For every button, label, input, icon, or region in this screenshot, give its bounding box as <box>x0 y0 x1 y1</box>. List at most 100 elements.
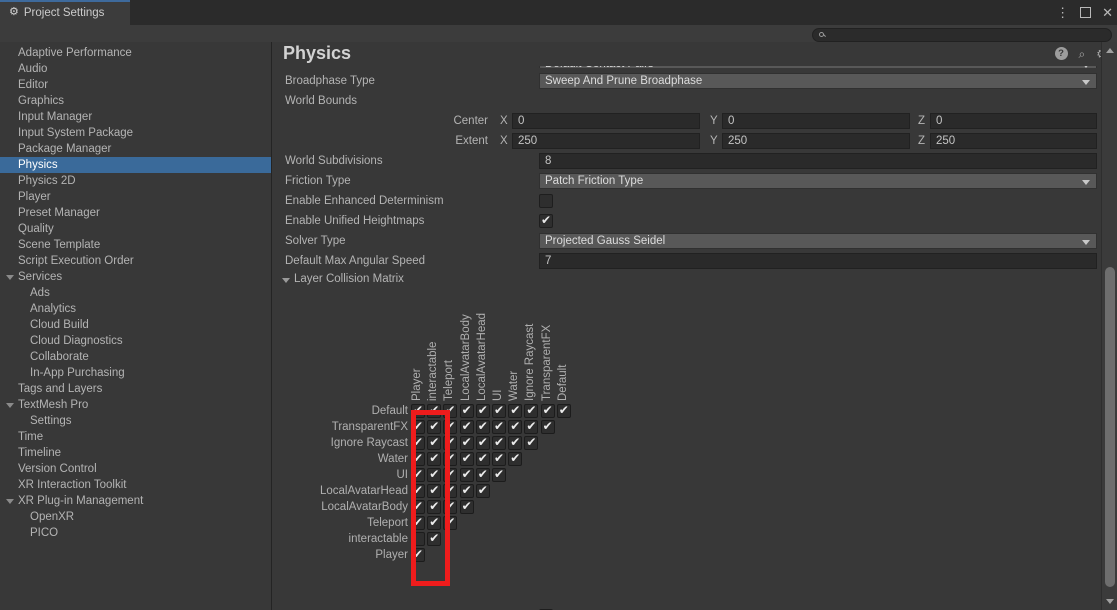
matrix-checkbox[interactable] <box>459 483 474 498</box>
scroll-up-arrow-icon[interactable] <box>1106 48 1114 53</box>
sidebar-item-analytics[interactable]: Analytics <box>0 301 271 317</box>
tab-project-settings[interactable]: ⚙ Project Settings <box>0 0 130 25</box>
vertical-scrollbar[interactable] <box>1101 42 1117 610</box>
extent-y-field[interactable]: 250 <box>722 133 910 149</box>
scrollbar-thumb[interactable] <box>1105 267 1115 587</box>
matrix-checkbox[interactable] <box>508 403 523 418</box>
sidebar-item-services[interactable]: Services <box>0 269 271 285</box>
matrix-checkbox[interactable] <box>443 515 458 530</box>
broadphase-type-dropdown[interactable]: Sweep And Prune Broadphase <box>539 73 1097 89</box>
matrix-checkbox[interactable] <box>556 403 571 418</box>
foldout-triangle-icon[interactable] <box>282 278 290 283</box>
matrix-checkbox[interactable] <box>459 419 474 434</box>
matrix-checkbox[interactable] <box>475 467 490 482</box>
matrix-checkbox[interactable] <box>492 403 506 418</box>
matrix-checkbox[interactable] <box>427 499 442 514</box>
matrix-checkbox[interactable] <box>492 451 506 466</box>
sidebar-item-script-execution-order[interactable]: Script Execution Order <box>0 253 271 269</box>
sidebar-item-xr-plug-in-management[interactable]: XR Plug-in Management <box>0 493 271 509</box>
matrix-checkbox[interactable] <box>492 419 506 434</box>
matrix-checkbox[interactable] <box>524 435 539 450</box>
sidebar-item-scene-template[interactable]: Scene Template <box>0 237 271 253</box>
preset-sliders-icon[interactable]: ⌕ <box>1079 48 1086 60</box>
matrix-checkbox[interactable] <box>459 435 474 450</box>
matrix-checkbox[interactable] <box>411 451 425 466</box>
matrix-checkbox[interactable] <box>427 403 442 418</box>
matrix-checkbox[interactable] <box>540 403 555 418</box>
layer-collision-matrix[interactable]: Player interactable Teleport LocalAvatarBod… <box>273 291 1101 591</box>
matrix-checkbox[interactable] <box>427 451 442 466</box>
default-max-angular-speed-field[interactable]: 7 <box>539 253 1097 269</box>
scroll-down-arrow-icon[interactable] <box>1106 599 1114 604</box>
matrix-checkbox[interactable] <box>459 451 474 466</box>
matrix-checkbox[interactable] <box>411 483 425 498</box>
kebab-menu-icon[interactable]: ⋮ <box>1056 6 1069 19</box>
close-icon[interactable]: ✕ <box>1102 6 1113 19</box>
matrix-checkbox[interactable] <box>508 419 523 434</box>
enable-enhanced-determinism-checkbox[interactable] <box>539 194 553 208</box>
matrix-checkbox[interactable] <box>443 435 458 450</box>
center-x-field[interactable]: 0 <box>512 113 700 129</box>
foldout-triangle-icon[interactable] <box>6 402 14 408</box>
sidebar-item-settings[interactable]: Settings <box>0 413 271 429</box>
matrix-checkbox[interactable] <box>475 483 490 498</box>
matrix-checkbox[interactable] <box>411 435 425 450</box>
matrix-checkbox[interactable] <box>427 483 442 498</box>
maximize-icon[interactable] <box>1080 7 1092 18</box>
sidebar-item-adaptive-performance[interactable]: Adaptive Performance <box>0 45 271 61</box>
search-input[interactable] <box>828 29 1098 40</box>
matrix-checkbox[interactable] <box>411 499 425 514</box>
sidebar-item-openxr[interactable]: OpenXR <box>0 509 271 525</box>
help-icon[interactable]: ? <box>1054 47 1068 60</box>
sidebar-item-collaborate[interactable]: Collaborate <box>0 349 271 365</box>
matrix-checkbox[interactable] <box>411 419 425 434</box>
matrix-checkbox[interactable] <box>427 435 442 450</box>
matrix-checkbox[interactable] <box>443 419 458 434</box>
contact-pairs-mode-dropdown[interactable]: Default Contact Pairs <box>539 66 1097 68</box>
sidebar-item-input-system-package[interactable]: Input System Package <box>0 125 271 141</box>
sidebar-item-cloud-build[interactable]: Cloud Build <box>0 317 271 333</box>
extent-z-field[interactable]: 250 <box>930 133 1097 149</box>
sidebar-item-input-manager[interactable]: Input Manager <box>0 109 271 125</box>
matrix-checkbox[interactable] <box>524 403 539 418</box>
matrix-checkbox[interactable] <box>411 532 425 546</box>
sidebar-item-audio[interactable]: Audio <box>0 61 271 77</box>
sidebar-item-time[interactable]: Time <box>0 429 271 445</box>
extent-x-field[interactable]: 250 <box>512 133 700 149</box>
sidebar-item-version-control[interactable]: Version Control <box>0 461 271 477</box>
friction-type-dropdown[interactable]: Patch Friction Type <box>539 173 1097 189</box>
sidebar-item-player[interactable]: Player <box>0 189 271 205</box>
matrix-checkbox[interactable] <box>508 435 523 450</box>
sidebar-item-quality[interactable]: Quality <box>0 221 271 237</box>
sidebar-item-preset-manager[interactable]: Preset Manager <box>0 205 271 221</box>
world-subdivisions-field[interactable]: 8 <box>539 153 1097 169</box>
foldout-triangle-icon[interactable] <box>6 274 14 280</box>
matrix-checkbox[interactable] <box>443 467 458 482</box>
settings-sidebar[interactable]: Adaptive Performance Audio Editor Graphics I… <box>0 42 272 610</box>
sidebar-item-xr-interaction-toolkit[interactable]: XR Interaction Toolkit <box>0 477 271 493</box>
foldout-triangle-icon[interactable] <box>6 498 14 504</box>
matrix-checkbox[interactable] <box>411 515 425 530</box>
matrix-checkbox[interactable] <box>475 451 490 466</box>
matrix-checkbox[interactable] <box>427 419 442 434</box>
matrix-checkbox[interactable] <box>443 403 458 418</box>
matrix-checkbox[interactable] <box>540 419 555 434</box>
matrix-checkbox[interactable] <box>459 499 474 514</box>
enable-unified-heightmaps-checkbox[interactable] <box>539 213 553 228</box>
sidebar-item-graphics[interactable]: Graphics <box>0 93 271 109</box>
matrix-checkbox[interactable] <box>443 483 458 498</box>
matrix-checkbox[interactable] <box>508 451 523 466</box>
matrix-checkbox[interactable] <box>411 547 425 562</box>
sidebar-item-ads[interactable]: Ads <box>0 285 271 301</box>
matrix-checkbox[interactable] <box>427 531 442 546</box>
matrix-checkbox[interactable] <box>427 467 442 482</box>
matrix-checkbox[interactable] <box>475 403 490 418</box>
matrix-checkbox[interactable] <box>443 499 458 514</box>
sidebar-item-physics-2d[interactable]: Physics 2D <box>0 173 271 189</box>
matrix-checkbox[interactable] <box>459 467 474 482</box>
matrix-checkbox[interactable] <box>411 467 425 482</box>
matrix-checkbox[interactable] <box>475 419 490 434</box>
search-box[interactable] <box>812 27 1112 42</box>
center-y-field[interactable]: 0 <box>722 113 910 129</box>
sidebar-item-pico[interactable]: PICO <box>0 525 271 541</box>
